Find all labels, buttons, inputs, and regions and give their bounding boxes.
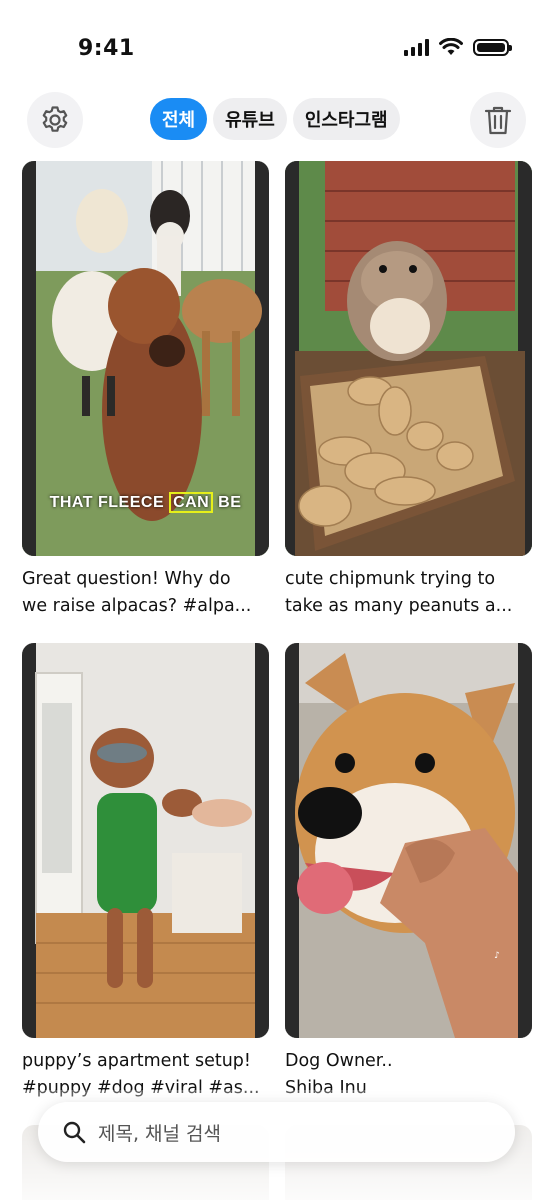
status-icons [404,38,512,56]
status-bar: 9:41 [0,0,553,90]
video-card[interactable]: puppy’s apartment setup! #puppy #dog #vi… [22,643,269,1102]
search-bar[interactable]: 제목, 채널 검색 [38,1102,515,1162]
video-title: Great question! Why do we raise alpacas?… [22,569,252,616]
wifi-icon [439,38,463,55]
tiktok-watermark: ♪ [494,951,500,961]
tab-all[interactable]: 전체 [150,98,208,140]
chipmunk-image [285,161,532,556]
video-thumbnail[interactable]: ♪ [285,643,532,1038]
status-time: 9:41 [78,36,135,61]
delete-button[interactable] [470,92,526,148]
search-input[interactable]: 제목, 채널 검색 [98,1119,221,1146]
cellular-signal-icon [404,38,429,56]
video-overlay-caption: THAT FLEECE CAN BE [49,492,242,513]
video-thumbnail[interactable] [285,161,532,556]
tab-instagram[interactable]: 인스타그램 [292,98,400,140]
battery-icon [473,38,512,56]
gear-icon [42,106,68,132]
tab-youtube[interactable]: 유튜브 [213,98,287,140]
top-bar: 전체 유튜브 인스타그램 [0,88,553,152]
video-card[interactable]: THAT FLEECE CAN BE Great question! Why d… [22,161,269,620]
puppy-image [22,643,269,1038]
video-card[interactable]: ♪ Dog Owner.. Shiba Inu [285,643,532,1102]
settings-button[interactable] [27,92,83,148]
video-title: cute chipmunk trying to take as many pea… [285,569,513,616]
video-card[interactable]: cute chipmunk trying to take as many pea… [285,161,532,620]
shiba-image: ♪ [285,643,532,1038]
video-thumbnail[interactable]: THAT FLEECE CAN BE [22,161,269,556]
video-thumbnail[interactable] [22,643,269,1038]
search-icon [63,1121,86,1144]
trash-icon [484,106,512,135]
filter-tabs: 전체 유튜브 인스타그램 [150,98,400,140]
